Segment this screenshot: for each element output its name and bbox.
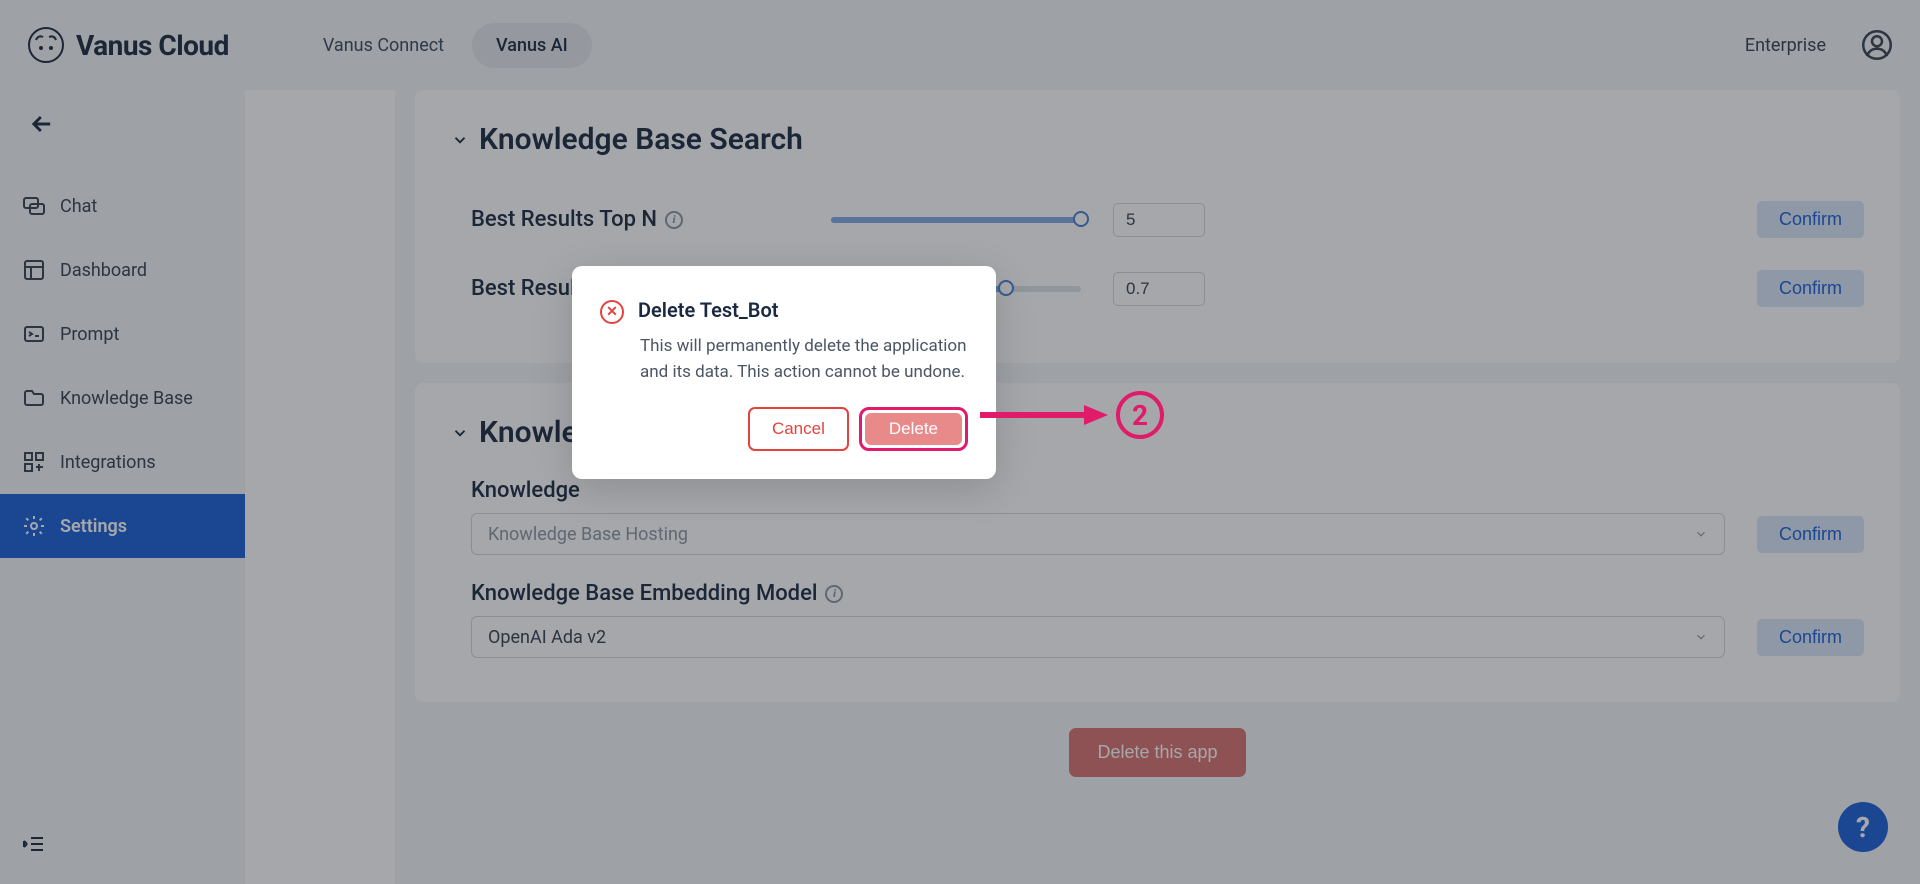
annotation-step-badge: 2 <box>1116 391 1164 439</box>
cancel-button[interactable]: Cancel <box>748 407 849 451</box>
modal-body: This will permanently delete the applica… <box>640 334 968 385</box>
delete-button[interactable]: Delete <box>865 413 962 445</box>
delete-modal: ✕ Delete Test_Bot This will permanently … <box>572 266 996 479</box>
modal-title: Delete Test_Bot <box>638 298 779 324</box>
warning-icon: ✕ <box>600 300 624 324</box>
annotation-arrow <box>980 403 1108 427</box>
